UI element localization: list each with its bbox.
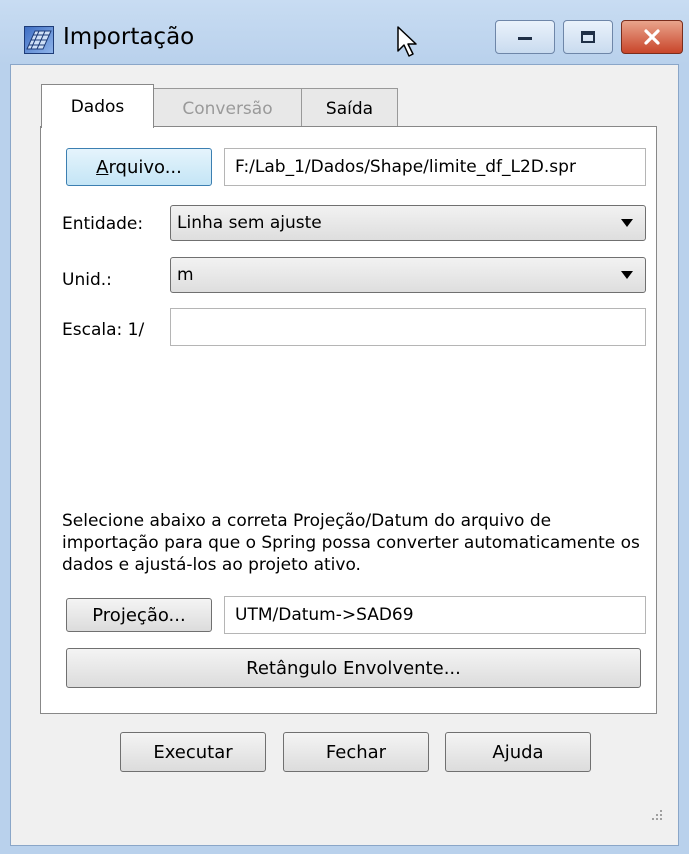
unidade-value: m bbox=[177, 265, 194, 285]
maximize-button[interactable] bbox=[563, 20, 613, 54]
retangulo-envolvente-button[interactable]: Retângulo Envolvente... bbox=[66, 648, 641, 688]
projecao-label-post: eção... bbox=[125, 604, 186, 626]
projecao-button[interactable]: Pro j eção... bbox=[66, 598, 212, 632]
entidade-value: Linha sem ajuste bbox=[177, 213, 322, 233]
close-icon bbox=[644, 29, 660, 45]
entidade-select[interactable]: Linha sem ajuste bbox=[170, 205, 646, 241]
projecao-field[interactable]: UTM/Datum->SAD69 bbox=[224, 596, 646, 634]
minimize-button[interactable] bbox=[495, 20, 555, 54]
unidade-label: Unid.: bbox=[62, 270, 112, 290]
grid-map-icon bbox=[26, 30, 52, 50]
arquivo-button-label: rquivo... bbox=[108, 156, 182, 178]
projecao-label-pre: Pro bbox=[92, 604, 121, 626]
executar-button[interactable]: Executar bbox=[120, 732, 266, 772]
arquivo-mnemonic: A bbox=[96, 156, 109, 178]
tab-saida[interactable]: Saída bbox=[301, 88, 398, 128]
chevron-down-icon bbox=[621, 219, 633, 227]
window-title: Importação bbox=[63, 24, 195, 50]
mouse-cursor-icon bbox=[396, 25, 420, 64]
close-button[interactable] bbox=[621, 20, 683, 54]
tab-conversao: Conversão bbox=[153, 88, 302, 128]
projection-instructions: Selecione abaixo a correta Projeção/Datu… bbox=[62, 511, 640, 575]
app-icon bbox=[24, 26, 54, 54]
unidade-select[interactable]: m bbox=[170, 257, 646, 293]
maximize-icon bbox=[581, 31, 595, 43]
resize-grip-icon[interactable] bbox=[648, 806, 664, 822]
window-frame-left bbox=[0, 64, 10, 854]
window-frame-right bbox=[679, 64, 689, 854]
tab-dados[interactable]: Dados bbox=[41, 84, 154, 128]
minimize-icon bbox=[518, 37, 532, 40]
arquivo-button[interactable]: Arquivo... bbox=[66, 148, 212, 186]
chevron-down-icon bbox=[621, 271, 633, 279]
escala-input[interactable] bbox=[170, 308, 646, 346]
escala-label: Escala: 1/ bbox=[62, 320, 145, 340]
file-path-field[interactable]: F:/Lab_1/Dados/Shape/limite_df_L2D.spr bbox=[224, 148, 646, 186]
ajuda-button[interactable]: Ajuda bbox=[445, 732, 591, 772]
fechar-button[interactable]: Fechar bbox=[283, 732, 429, 772]
window-frame-bottom bbox=[0, 846, 689, 854]
entidade-label: Entidade: bbox=[62, 214, 144, 234]
